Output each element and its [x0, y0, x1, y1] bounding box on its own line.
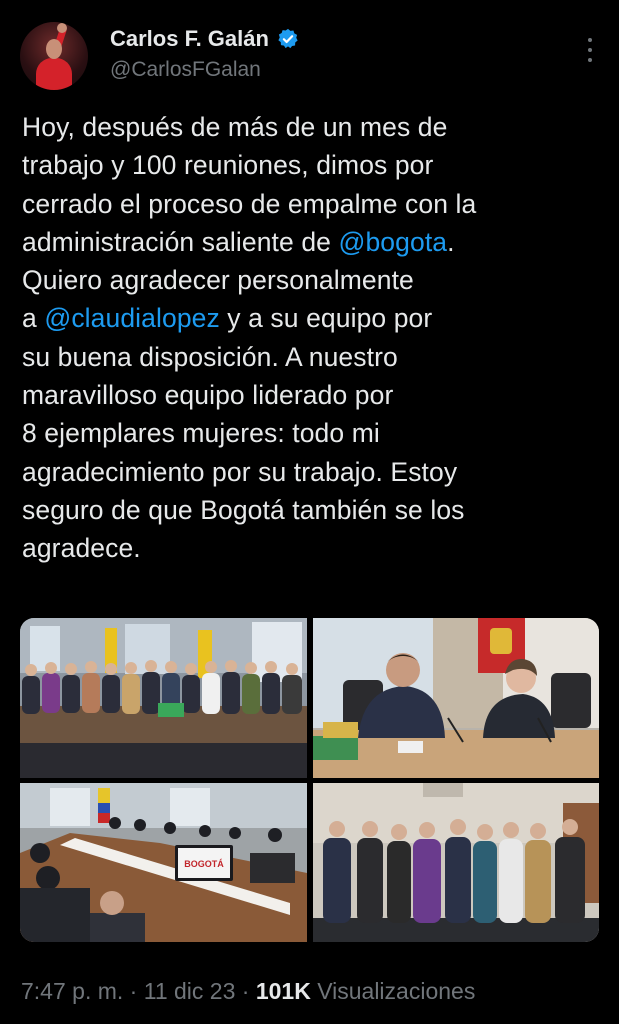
tweet-time[interactable]: 7:47 p. m.: [21, 978, 123, 1004]
tweet-text-line: trabajo y 100 reuniones, dimos por: [22, 146, 602, 184]
mention-link[interactable]: @claudialopez: [44, 303, 220, 333]
meta-separator: ·: [123, 978, 144, 1004]
profile-avatar[interactable]: [20, 22, 88, 90]
photo-conference-room[interactable]: BOGOTÁ: [20, 783, 307, 942]
tweet-text-segment: a: [22, 303, 45, 334]
tweet-text-line: Hoy, después de más de un mes de: [22, 108, 602, 146]
tweet-text-line: Quiero agradecer personalmente: [22, 261, 602, 299]
author-handle[interactable]: @CarlosFGalan: [110, 58, 261, 82]
tweet-text-line: seguro de que Bogotá también se los: [22, 491, 602, 529]
more-options-icon[interactable]: [586, 38, 594, 62]
tweet-meta: 7:47 p. m. · 11 dic 23 · 101K Visualizac…: [21, 978, 475, 1005]
tweet-text-line: maravilloso equipo liderado por: [22, 376, 602, 414]
mention-link[interactable]: @bogota: [338, 227, 447, 257]
tweet-text-segment: agradece.: [22, 533, 141, 564]
tweet-text-segment: trabajo y 100 reuniones, dimos por: [22, 150, 434, 181]
tweet-text-segment: maravilloso equipo liderado por: [22, 380, 394, 411]
photo-group-standing[interactable]: [313, 783, 599, 942]
tweet-text-line: 8 ejemplares mujeres: todo mi: [22, 414, 602, 452]
meta-separator: ·: [235, 978, 256, 1004]
photo-meeting-two-people[interactable]: [313, 618, 599, 778]
tweet-text-segment: Quiero agradecer personalmente: [22, 265, 414, 296]
tweet-text-line: a @claudialopez y a su equipo por: [22, 299, 602, 337]
tweet-text-line: agradece.: [22, 529, 602, 567]
tweet-text-segment: y a su equipo por: [219, 303, 433, 334]
verified-badge-icon: [278, 28, 298, 49]
laptop-sign-text: BOGOTÁ: [184, 859, 224, 869]
tweet-text-segment: 8 ejemplares mujeres: todo mi: [22, 418, 380, 449]
tweet-text-line: agradecimiento por su trabajo. Estoy: [22, 453, 602, 491]
tweet-text-segment: Hoy, después de más de un mes de: [22, 112, 448, 142]
tweet-text-segment: su buena disposición. A nuestro: [22, 341, 398, 372]
tweet-date[interactable]: 11 dic 23: [144, 978, 236, 1004]
author-name[interactable]: Carlos F. Galán: [110, 26, 269, 52]
tweet-text-segment: .: [447, 226, 455, 257]
author-name-row: Carlos F. Galán: [110, 26, 299, 52]
tweet-body: Hoy, después de más de un mes de trabajo …: [22, 108, 602, 568]
tweet-text-line: su buena disposición. A nuestro: [22, 338, 602, 376]
tweet-text-segment: administración saliente de: [22, 226, 339, 257]
views-label: Visualizaciones: [317, 978, 476, 1004]
tweet-text-segment: agradecimiento por su trabajo. Estoy: [22, 456, 458, 487]
photo-group-table[interactable]: [20, 618, 307, 778]
tweet-text-line: administración saliente de @bogota.: [22, 223, 602, 261]
tweet-text-segment: cerrado el proceso de empalme con la: [22, 188, 477, 219]
tweet-text-segment: seguro de que Bogotá también se los: [22, 494, 465, 525]
media-grid: BOGOTÁ: [20, 618, 599, 942]
views-count: 101K: [255, 978, 311, 1004]
tweet-header: Carlos F. Galán @CarlosFGalan: [20, 22, 600, 92]
tweet-text-line: cerrado el proceso de empalme con la: [22, 185, 602, 223]
